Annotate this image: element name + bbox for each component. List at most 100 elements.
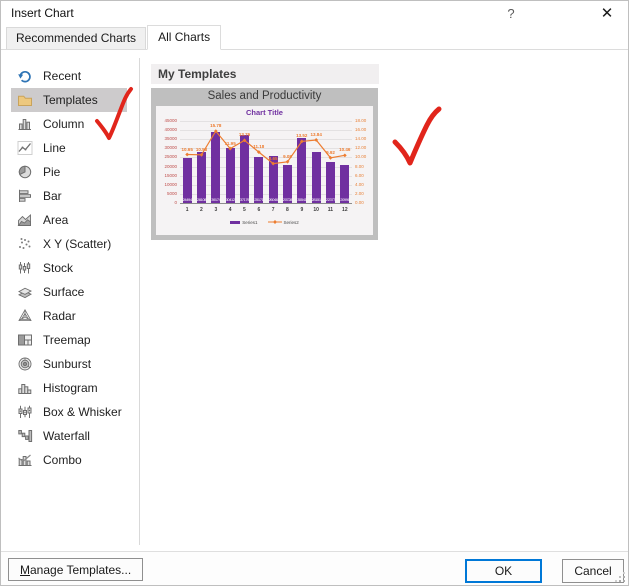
bar-series1 <box>240 135 249 203</box>
grid-line <box>180 121 352 122</box>
sidebar-item-treemap[interactable]: Treemap <box>11 328 127 352</box>
box-whisker-icon <box>16 404 34 420</box>
chart-type-sidebar: Recent Templates Column Line Pie Bar Area X Y (… <box>1 64 139 551</box>
line-data-label: 15.78 <box>210 123 222 129</box>
sidebar-item-label: Sunburst <box>43 357 92 371</box>
sidebar-item-label: Line <box>43 141 66 155</box>
chart-legend: Series1 Series2 <box>156 218 373 226</box>
sidebar-item-label: Bar <box>43 189 62 203</box>
left-axis-tick: 5000 <box>166 190 177 196</box>
sidebar-item-pie[interactable]: Pie <box>11 160 127 184</box>
right-axis-tick: 2.00 <box>355 190 364 196</box>
x-axis-label: 2 <box>200 207 203 213</box>
grid-line <box>180 130 352 132</box>
bar-data-label: 28108 <box>196 196 207 202</box>
folder-icon <box>16 92 34 108</box>
right-axis-tick: 10.00 <box>355 154 367 160</box>
tab-recommended-charts[interactable]: Recommended Charts <box>6 27 147 49</box>
sidebar-item-column[interactable]: Column <box>11 112 127 136</box>
template-name: Sales and Productivity <box>207 90 322 102</box>
sidebar-item-histogram[interactable]: Histogram <box>11 376 127 400</box>
right-axis-tick: 14.00 <box>355 136 367 142</box>
treemap-icon <box>16 332 34 348</box>
bar-series1 <box>297 138 307 203</box>
tabstrip: Recommended Charts All Charts <box>1 25 628 50</box>
sidebar-item-bar[interactable]: Bar <box>11 184 127 208</box>
sidebar-item-area[interactable]: Area <box>11 208 127 232</box>
left-axis-tick: 10000 <box>164 181 177 187</box>
sidebar-item-label: Histogram <box>43 381 98 395</box>
surface-icon <box>16 284 34 300</box>
sidebar-item-box-whisker[interactable]: Box & Whisker <box>11 400 127 424</box>
right-axis-tick: 6.00 <box>355 172 364 178</box>
bar-data-label: 22377 <box>325 196 336 202</box>
sidebar-item-recent[interactable]: Recent <box>11 64 127 88</box>
bar-data-label: 20996 <box>340 196 350 202</box>
sidebar-divider <box>139 58 140 545</box>
bar-data-label: 26046 <box>268 196 279 202</box>
stock-icon <box>16 260 34 276</box>
left-axis-tick: 0 <box>174 200 177 205</box>
bar-data-label: 20728 <box>282 196 293 202</box>
sidebar-item-surface[interactable]: Surface <box>11 280 127 304</box>
sidebar-item-label: Stock <box>43 261 74 275</box>
x-axis-label: 10 <box>313 207 319 213</box>
template-tile-sales-and-productivity[interactable]: Sales and Productivity Chart Title 45000 1… <box>151 88 378 240</box>
radar-icon <box>16 308 34 324</box>
sidebar-item-x-y-scatter[interactable]: X Y (Scatter) <box>11 232 127 256</box>
resize-grip[interactable] <box>615 572 625 582</box>
footer: Manage Templates... OK Cancel <box>1 551 628 585</box>
left-axis-tick: 30000 <box>164 145 177 151</box>
left-axis-tick: 35000 <box>164 136 177 142</box>
right-axis-tick: 12.00 <box>355 145 367 151</box>
sidebar-item-label: X Y (Scatter) <box>43 237 112 251</box>
x-axis-line <box>180 203 352 204</box>
x-axis-label: 1 <box>185 207 189 213</box>
dialog-content: Recent Templates Column Line Pie Bar Area X Y (… <box>1 50 628 551</box>
right-axis-tick: 4.00 <box>355 181 364 187</box>
bar-data-label: 39174 <box>211 196 221 202</box>
x-axis-label: 7 <box>271 207 275 213</box>
sunburst-icon <box>16 356 34 372</box>
bar-series1 <box>197 151 206 203</box>
ok-button[interactable]: OK <box>465 559 542 583</box>
legend-item-series1: Series1 <box>230 219 258 225</box>
sidebar-item-label: Surface <box>43 285 85 299</box>
close-icon[interactable]: ✕ <box>592 1 622 27</box>
help-icon[interactable]: ? <box>498 1 524 27</box>
sidebar-item-sunburst[interactable]: Sunburst <box>11 352 127 376</box>
legend-label: Series1 <box>242 219 258 225</box>
sidebar-item-radar[interactable]: Radar <box>11 304 127 328</box>
line-data-label: 11.18 <box>253 144 265 150</box>
bar-data-label: 35541 <box>297 196 307 202</box>
right-axis-tick: 18.00 <box>355 118 367 123</box>
left-axis-tick: 20000 <box>164 163 177 169</box>
left-axis-tick: 15000 <box>164 172 177 178</box>
line-data-label: 13.52 <box>296 133 308 139</box>
tab-all-charts[interactable]: All Charts <box>147 25 222 50</box>
bar-data-label: 30412 <box>225 196 236 202</box>
line-data-label: 10.58 <box>195 146 208 152</box>
legend-label: Series2 <box>283 219 299 225</box>
column-icon <box>16 116 34 132</box>
sidebar-item-label: Templates <box>43 93 98 107</box>
line-data-label: 9.92 <box>326 149 335 155</box>
templates-panel: My Templates Sales and Productivity Char… <box>151 64 379 240</box>
sidebar-item-waterfall[interactable]: Waterfall <box>11 424 127 448</box>
sidebar-item-line[interactable]: Line <box>11 136 127 160</box>
sidebar-item-combo[interactable]: Combo <box>11 448 127 472</box>
x-axis-label: 8 <box>286 207 289 213</box>
manage-templates-button[interactable]: Manage Templates... <box>8 558 144 581</box>
sidebar-item-label: Recent <box>43 69 82 83</box>
bar-series1 <box>211 131 221 203</box>
line-icon <box>16 140 34 156</box>
pie-icon <box>16 164 34 180</box>
sidebar-item-templates[interactable]: Templates <box>11 88 127 112</box>
combo-icon <box>16 452 34 468</box>
bar-icon <box>16 188 34 204</box>
sidebar-item-label: Column <box>43 117 85 131</box>
line-data-label: 13.76 <box>238 132 251 138</box>
sidebar-item-stock[interactable]: Stock <box>11 256 127 280</box>
legend-swatch-bar <box>230 220 241 224</box>
sidebar-item-label: Treemap <box>43 333 91 347</box>
